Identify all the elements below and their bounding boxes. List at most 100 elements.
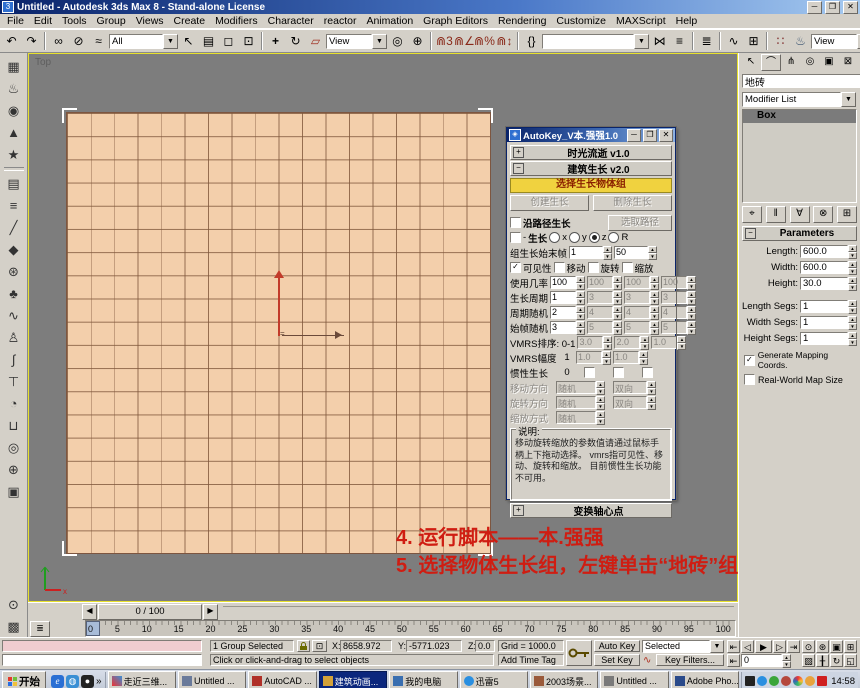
selection-filter-dropdown[interactable]: All▼ <box>109 34 178 49</box>
move-checkbox[interactable] <box>554 262 565 273</box>
scale-checkbox[interactable] <box>622 262 633 273</box>
rollout-transform-pivot[interactable]: +变换轴心点 <box>510 503 672 518</box>
dialog-minimize-button[interactable]: ─ <box>627 129 641 142</box>
bones-icon[interactable]: ∫ <box>3 349 25 370</box>
teapot-icon[interactable]: ♨ <box>3 78 25 99</box>
ball-icon[interactable]: ◎ <box>3 437 25 458</box>
taskbar-item[interactable]: 走近三维... <box>108 671 176 688</box>
axis-z-radio[interactable] <box>589 232 600 243</box>
tray-sphere-icon[interactable] <box>793 676 803 686</box>
tray-antivirus-icon[interactable] <box>817 676 827 686</box>
configure-modifier-sets-icon[interactable]: ⊞ <box>837 206 857 223</box>
menu-tools[interactable]: Tools <box>57 15 92 27</box>
menu-character[interactable]: Character <box>263 15 319 27</box>
absolute-offset-toggle-icon[interactable]: ⊡ <box>312 640 327 652</box>
axis-x-radio[interactable] <box>549 232 560 243</box>
maxscript-listener-white[interactable] <box>2 654 202 666</box>
set-key-button[interactable]: Set Key <box>594 654 640 666</box>
axis-y-radio[interactable] <box>569 232 580 243</box>
render-preset-dropdown[interactable]: View▼ <box>811 34 860 49</box>
vmrs-amp-field-1[interactable]: 1.0 <box>576 351 602 364</box>
tab-display-icon[interactable]: ▣ <box>820 54 838 71</box>
time-next-button[interactable]: ▶ <box>203 604 218 620</box>
dialog-titlebar[interactable]: ◈ AutoKey_V本.强强1.0 ─ ❐ ✕ <box>507 128 675 142</box>
chevron-down-icon[interactable]: ▼ <box>634 34 649 49</box>
maxscript-listener-pink[interactable] <box>2 640 202 652</box>
select-manipulate-icon[interactable]: ⊕ <box>408 32 427 50</box>
show-end-result-icon[interactable]: ‖ <box>766 206 786 223</box>
named-selection-sets-icon[interactable]: {} <box>522 32 541 50</box>
redo-icon[interactable]: ↷ <box>22 32 41 50</box>
curve-editor-icon[interactable]: ∿ <box>724 32 743 50</box>
cycle-field-2[interactable]: 3 <box>587 291 613 304</box>
pin-stack-icon[interactable]: ⌖ <box>742 206 762 223</box>
inertia-checkbox-2[interactable] <box>613 367 624 378</box>
menu-animation[interactable]: Animation <box>361 15 418 27</box>
tab-create-icon[interactable]: ↖ <box>742 54 760 71</box>
tab-hierarchy-icon[interactable]: ⋔ <box>782 54 800 71</box>
track-ruler[interactable]: 0 5 10 15 20 25 30 35 40 45 50 55 60 65 <box>85 620 736 637</box>
minimize-button[interactable]: ─ <box>807 1 822 14</box>
prob-field-3[interactable]: 100 <box>624 276 650 289</box>
close-button[interactable]: ✕ <box>843 1 858 14</box>
vmrs-sort-field-2[interactable]: 2.0 <box>614 336 640 349</box>
vmrs-sort-field-1[interactable]: 3.0 <box>577 336 603 349</box>
layer-manager-icon[interactable]: ≣ <box>697 32 716 50</box>
cycle-random-field-4[interactable]: 4 <box>661 306 687 319</box>
zoom-icon[interactable]: ⊙ <box>802 640 815 653</box>
mirror-icon[interactable]: ⋈ <box>650 32 669 50</box>
expand-icon[interactable]: + <box>513 505 524 516</box>
shirt-icon[interactable]: ⊔ <box>3 415 25 436</box>
menu-views[interactable]: Views <box>131 15 169 27</box>
wind-icon[interactable]: ∿ <box>3 305 25 326</box>
rollout-building-grow[interactable]: −建筑生长 v2.0 <box>510 161 672 176</box>
spinner-arrows[interactable]: ▲▼ <box>848 245 857 258</box>
select-link-icon[interactable]: ∞ <box>49 32 68 50</box>
go-to-start-icon[interactable]: ⇤ <box>727 640 740 653</box>
spinner-arrows[interactable]: ▲▼ <box>848 261 857 274</box>
selection-lock-icon[interactable] <box>297 640 310 652</box>
vmrs-sort-field-3[interactable]: 1.0 <box>651 336 677 349</box>
height-segs-field[interactable]: 1 <box>800 332 848 345</box>
go-to-end-icon[interactable]: ⇥ <box>787 640 800 653</box>
camera-icon[interactable]: ▩ <box>3 616 25 637</box>
dialog-close-button[interactable]: ✕ <box>659 129 673 142</box>
taskbar-item[interactable]: 迅雷5 <box>460 671 528 688</box>
length-segs-field[interactable]: 1 <box>800 300 848 313</box>
sphere-icon[interactable]: ◉ <box>3 100 25 121</box>
axis-r-radio[interactable] <box>608 232 619 243</box>
taskbar-item-active[interactable]: 建筑动画... <box>319 671 387 688</box>
chevron-down-icon[interactable]: ▼ <box>372 34 387 49</box>
create-grow-button[interactable]: 创建生长 <box>510 195 589 211</box>
cycle-random-field-2[interactable]: 4 <box>587 306 613 319</box>
move-dir-field[interactable]: 随机 <box>556 381 596 394</box>
menu-graph-editors[interactable]: Graph Editors <box>418 15 493 27</box>
z-coordinate-field[interactable]: 0.0 <box>475 640 495 652</box>
globe-icon[interactable]: ⊕ <box>3 459 25 480</box>
window-icon[interactable]: ▣ <box>3 481 25 502</box>
pen-icon[interactable]: ╱ <box>3 217 25 238</box>
autokey-script-dialog[interactable]: ◈ AutoKey_V本.强强1.0 ─ ❐ ✕ +时光流逝 v1.0 −建筑生… <box>506 127 676 500</box>
delete-grow-button[interactable]: 删除生长 <box>593 195 672 211</box>
named-selection-dropdown[interactable]: ▼ <box>542 34 649 49</box>
align-icon[interactable]: ≡ <box>670 32 689 50</box>
zoom-extents-all-icon[interactable]: ⊞ <box>844 640 857 653</box>
tab-motion-icon[interactable]: ◎ <box>801 54 819 71</box>
tray-house-icon[interactable] <box>781 676 791 686</box>
hammer-icon[interactable]: ⊤ <box>3 371 25 392</box>
magnifier-icon[interactable]: ⊙ <box>3 594 25 615</box>
person-icon[interactable]: ♙ <box>3 327 25 348</box>
make-unique-icon[interactable]: ∀ <box>790 206 810 223</box>
menu-reactor[interactable]: reactor <box>319 15 362 27</box>
start-random-field-1[interactable]: 3 <box>550 321 576 334</box>
menu-help[interactable]: Help <box>671 15 703 27</box>
material-editor-icon[interactable]: ∷ <box>771 32 790 50</box>
range-end-field[interactable]: 50 <box>614 246 648 259</box>
modifier-stack[interactable]: Box <box>742 109 857 203</box>
gizmo-y-axis-arrow[interactable] <box>278 272 280 336</box>
taskbar-item[interactable]: Untitled ... <box>178 671 246 688</box>
axe-icon[interactable]: ◆ <box>3 239 25 260</box>
palette-icon[interactable]: ◔ <box>3 393 25 414</box>
spinner-arrows[interactable]: ▲▼ <box>848 316 857 329</box>
spinner-arrows[interactable]: ▲▼ <box>603 246 612 259</box>
